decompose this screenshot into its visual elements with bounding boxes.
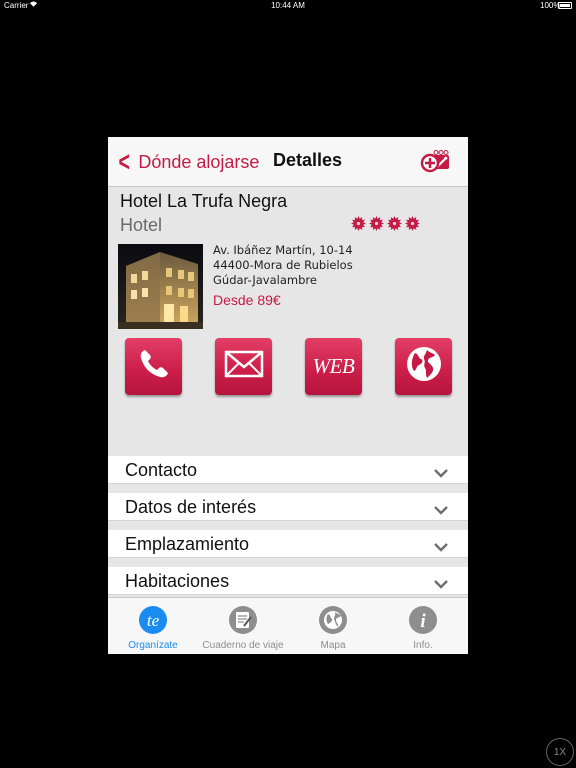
chevron-down-icon xyxy=(434,576,448,589)
section-label: Habitaciones xyxy=(125,571,230,591)
map-location-button[interactable] xyxy=(395,338,452,395)
phone-icon xyxy=(136,346,172,387)
section-habitaciones[interactable]: Habitaciones xyxy=(108,567,468,595)
svg-text:te: te xyxy=(147,611,160,630)
call-button[interactable] xyxy=(125,338,182,395)
app-window: < Dónde alojarse Detalles Hotel La Trufa… xyxy=(108,137,468,654)
chevron-down-icon xyxy=(434,465,448,478)
email-button[interactable] xyxy=(215,338,272,395)
mail-icon xyxy=(224,349,264,384)
star-icon xyxy=(387,216,402,231)
chevron-down-icon xyxy=(434,539,448,552)
tab-info[interactable]: i Info. xyxy=(378,598,468,654)
star-icon xyxy=(369,216,384,231)
hotel-photo[interactable] xyxy=(118,244,203,329)
status-bar: Carrier 10:44 AM 100% xyxy=(0,0,576,12)
hotel-category: Hotel xyxy=(120,215,163,235)
hotel-address: Av. Ibáñez Martín, 10-14 44400-Mora de R… xyxy=(213,243,353,288)
star-icon xyxy=(351,216,366,231)
organizate-icon: te xyxy=(138,605,168,635)
star-rating xyxy=(351,216,420,231)
star-icon xyxy=(405,216,420,231)
section-label: Contacto xyxy=(125,460,198,480)
tab-cuaderno-de-viaje[interactable]: Cuaderno de viaje xyxy=(198,598,288,654)
address-region: Gúdar-Javalambre xyxy=(213,273,317,287)
info-icon: i xyxy=(408,605,438,635)
navigation-bar: < Dónde alojarse Detalles xyxy=(108,137,468,187)
web-label: WEB xyxy=(312,354,355,378)
back-button[interactable]: < Dónde alojarse xyxy=(116,147,259,177)
section-label: Emplazamiento xyxy=(125,534,250,554)
tab-label: Organízate xyxy=(128,640,178,651)
svg-text:i: i xyxy=(420,611,426,632)
section-emplazamiento[interactable]: Emplazamiento xyxy=(108,530,468,558)
back-label: Dónde alojarse xyxy=(138,151,260,172)
tab-label: Info. xyxy=(413,640,433,651)
tab-mapa[interactable]: Mapa xyxy=(288,598,378,654)
address-city: 44400-Mora de Rubielos xyxy=(213,258,353,272)
status-time: 10:44 AM xyxy=(271,1,305,10)
price-label: Desde 89€ xyxy=(213,292,281,308)
chevron-left-icon: < xyxy=(118,146,130,177)
page-title: Detalles xyxy=(273,150,343,170)
section-label: Datos de interés xyxy=(125,497,257,517)
notebook-icon xyxy=(228,605,258,635)
chevron-down-icon xyxy=(434,502,448,515)
section-datos-de-interes[interactable]: Datos de interés xyxy=(108,493,468,521)
section-contacto[interactable]: Contacto xyxy=(108,456,468,484)
tab-organizate[interactable]: te Organízate xyxy=(108,598,198,654)
globe-icon xyxy=(405,345,443,388)
tab-label: Mapa xyxy=(320,640,346,651)
hotel-name: Hotel La Trufa Negra xyxy=(120,191,288,211)
address-street: Av. Ibáñez Martín, 10-14 xyxy=(213,243,353,257)
globe-icon xyxy=(318,605,348,635)
battery-icon xyxy=(558,2,572,9)
add-favorite-icon[interactable] xyxy=(420,149,452,175)
tab-label: Cuaderno de viaje xyxy=(202,640,284,651)
tab-bar: te Organízate Cuaderno de viaje Mapa i I… xyxy=(108,597,468,654)
zoom-indicator[interactable]: 1X xyxy=(546,738,574,766)
website-button[interactable]: WEB xyxy=(305,338,362,395)
